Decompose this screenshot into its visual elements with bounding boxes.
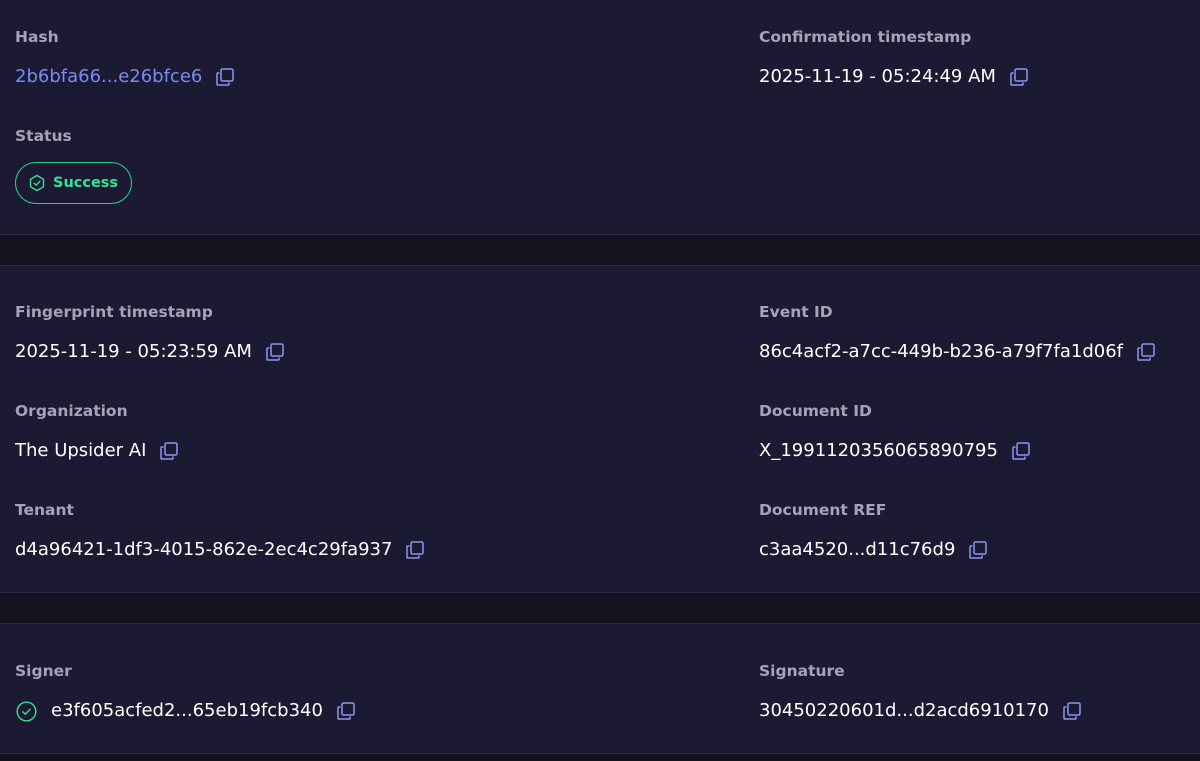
signature-value: 30450220601d...d2acd6910170 <box>759 700 1049 721</box>
signer-field: Signer e3f605acfed2...65eb19fcb340 <box>15 661 356 723</box>
confirmation-timestamp-field: Confirmation timestamp 2025-11-19 - 05:2… <box>759 27 1029 89</box>
circle-check-icon <box>16 700 37 722</box>
hash-link[interactable]: 2b6bfa66...e26bfce6 <box>15 65 202 89</box>
document-details-card: Fingerprint timestamp 2025-11-19 - 05:23… <box>0 265 1200 593</box>
signature-card: Signer e3f605acfed2...65eb19fcb340 Signa… <box>0 623 1200 754</box>
status-badge: Success <box>15 162 133 204</box>
signer-label: Signer <box>15 662 72 680</box>
copy-icon[interactable] <box>1062 701 1082 721</box>
hash-field: Hash 2b6bfa66...e26bfce6 <box>15 27 235 89</box>
event-id-field: Event ID 86c4acf2-a7cc-449b-b236-a79f7fa… <box>759 302 1156 364</box>
copy-icon[interactable] <box>159 441 179 461</box>
fingerprint-timestamp-field: Fingerprint timestamp 2025-11-19 - 05:23… <box>15 302 285 364</box>
tenant-label: Tenant <box>15 501 74 519</box>
tenant-field: Tenant d4a96421-1df3-4015-862e-2ec4c29fa… <box>15 500 425 562</box>
fingerprint-timestamp-label: Fingerprint timestamp <box>15 303 213 321</box>
event-id-value: 86c4acf2-a7cc-449b-b236-a79f7fa1d06f <box>759 341 1123 362</box>
copy-icon[interactable] <box>1011 441 1031 461</box>
copy-icon[interactable] <box>265 342 285 362</box>
document-ref-value: c3aa4520...d11c76d9 <box>759 539 956 560</box>
fingerprint-timestamp-value: 2025-11-19 - 05:23:59 AM <box>15 341 252 362</box>
document-id-label: Document ID <box>759 402 872 420</box>
document-ref-field: Document REF c3aa4520...d11c76d9 <box>759 500 988 562</box>
status-badge-text: Success <box>53 175 119 191</box>
organization-label: Organization <box>15 402 128 420</box>
signature-field: Signature 30450220601d...d2acd6910170 <box>759 661 1082 723</box>
status-field: Status Success <box>15 126 133 204</box>
confirmation-timestamp-label: Confirmation timestamp <box>759 28 972 46</box>
copy-icon[interactable] <box>1136 342 1156 362</box>
hash-label: Hash <box>15 28 59 46</box>
copy-icon[interactable] <box>336 701 356 721</box>
document-id-field: Document ID X_1991120356065890795 <box>759 401 1031 463</box>
shield-check-icon <box>28 174 46 192</box>
transaction-summary-card: Hash 2b6bfa66...e26bfce6 Confirmation ti… <box>0 0 1200 235</box>
confirmation-timestamp-value: 2025-11-19 - 05:24:49 AM <box>759 66 996 87</box>
copy-icon[interactable] <box>1009 67 1029 87</box>
event-id-label: Event ID <box>759 303 833 321</box>
document-id-value: X_1991120356065890795 <box>759 440 998 461</box>
tenant-value: d4a96421-1df3-4015-862e-2ec4c29fa937 <box>15 539 393 560</box>
status-label: Status <box>15 127 72 145</box>
copy-icon[interactable] <box>215 67 235 87</box>
organization-field: Organization The Upsider AI <box>15 401 179 463</box>
document-ref-label: Document REF <box>759 501 887 519</box>
copy-icon[interactable] <box>968 540 988 560</box>
signature-label: Signature <box>759 662 845 680</box>
organization-value: The Upsider AI <box>15 440 147 461</box>
transaction-details-page: Hash 2b6bfa66...e26bfce6 Confirmation ti… <box>0 0 1200 761</box>
copy-icon[interactable] <box>405 540 425 560</box>
signer-value: e3f605acfed2...65eb19fcb340 <box>51 700 323 721</box>
